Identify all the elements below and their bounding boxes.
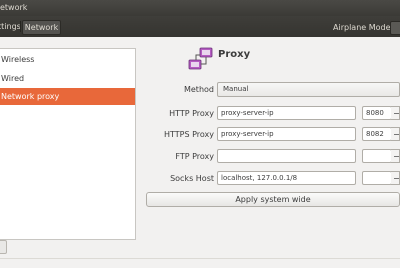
sidebar-item-network-proxy[interactable]: Network proxy — [0, 88, 135, 105]
sidebar-item-wired[interactable]: Wired — [0, 70, 135, 87]
apply-system-wide-button[interactable]: Apply system wide — [146, 192, 400, 207]
method-label: Method — [183, 85, 214, 94]
http-proxy-host-input[interactable]: proxy-server-ip — [217, 106, 356, 120]
http-proxy-label: HTTP Proxy — [169, 109, 214, 118]
network-device-list: Wireless Wired Network proxy — [0, 48, 136, 240]
ftp-proxy-port-input[interactable] — [362, 149, 392, 163]
breadcrumb-network[interactable]: Network — [22, 20, 61, 35]
socks-port-input[interactable] — [362, 171, 392, 185]
window-titlebar[interactable]: Network — [0, 0, 400, 16]
ftp-proxy-host-input[interactable] — [217, 149, 356, 163]
ftp-port-decrement-button[interactable] — [391, 149, 400, 163]
sidebar-item-label: Wired — [1, 74, 25, 83]
sidebar-item-label: Network proxy — [1, 92, 60, 101]
sidebar-item-label: Wireless — [1, 55, 35, 64]
https-port-decrement-button[interactable] — [391, 127, 400, 141]
socks-host-input[interactable]: localhost, 127.0.0.1/8 — [217, 171, 356, 185]
panel-title: Proxy — [218, 49, 251, 60]
window-title: Network — [0, 3, 28, 12]
https-proxy-port-input[interactable]: 8082 — [362, 127, 392, 141]
proxy-network-icon — [188, 47, 213, 70]
remove-device-button[interactable] — [0, 240, 7, 254]
airplane-mode-label: Airplane Mode — [333, 23, 391, 32]
https-proxy-label: HTTPS Proxy — [163, 130, 214, 139]
https-proxy-host-input[interactable]: proxy-server-ip — [217, 127, 356, 141]
method-select[interactable]: Manual — [217, 82, 400, 97]
http-proxy-port-input[interactable]: 8080 — [362, 106, 392, 120]
toolbar: ttings Network Airplane Mode — [0, 16, 400, 37]
breadcrumb-separator — [20, 21, 21, 32]
sidebar-item-wireless[interactable]: Wireless — [0, 51, 135, 68]
socks-port-decrement-button[interactable] — [391, 171, 400, 185]
socks-host-label: Socks Host — [170, 174, 214, 183]
ftp-proxy-label: FTP Proxy — [175, 152, 214, 161]
http-port-decrement-button[interactable] — [391, 106, 400, 120]
airplane-mode-switch[interactable] — [390, 21, 400, 35]
